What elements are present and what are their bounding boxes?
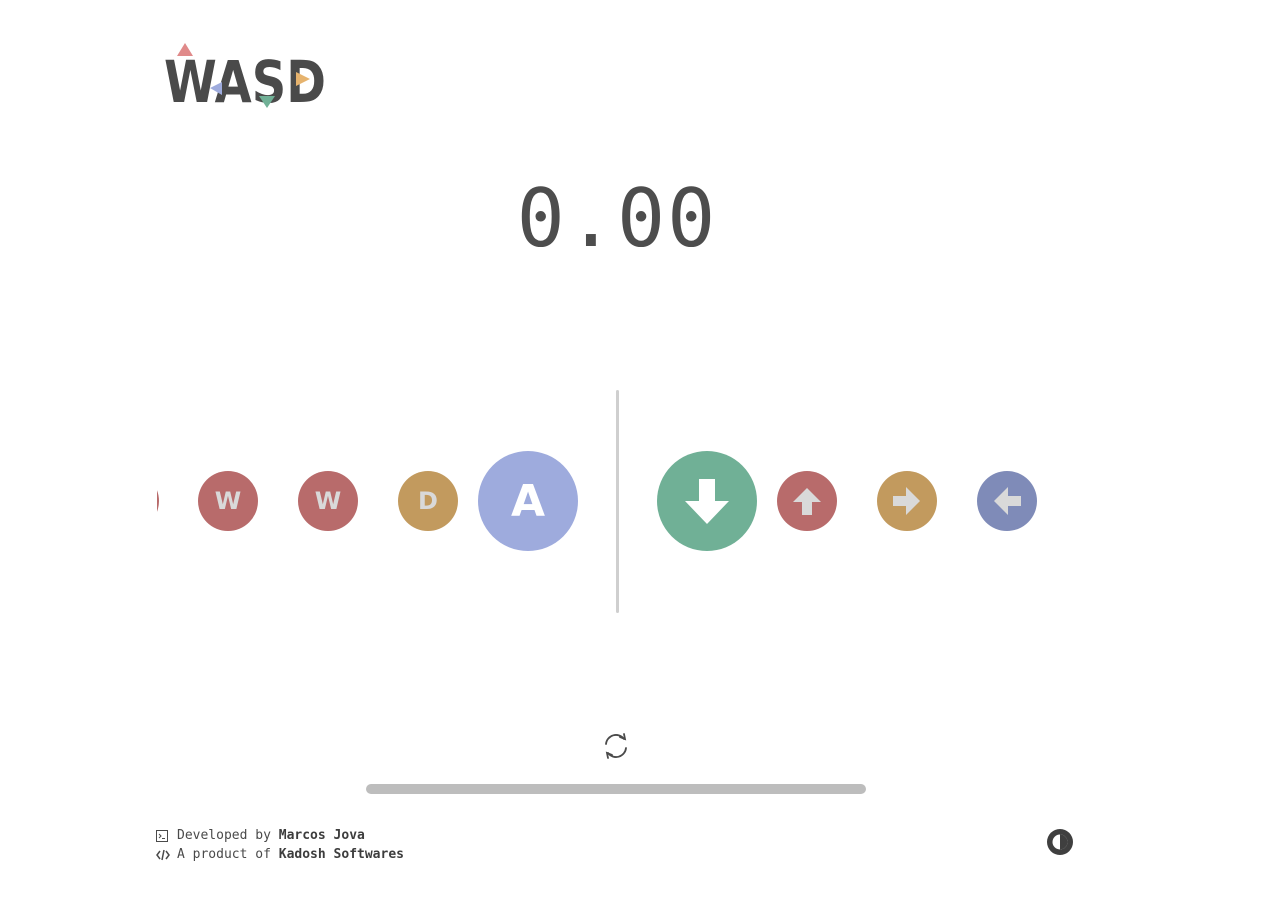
developer-link[interactable]: Marcos Jova xyxy=(279,826,365,845)
key-label: D xyxy=(418,487,438,515)
key-label: A xyxy=(510,475,546,527)
company-link[interactable]: Kadosh Softwares xyxy=(279,845,404,864)
last-pressed-key: A xyxy=(478,451,578,551)
queue-key xyxy=(977,471,1037,531)
history-key: W xyxy=(298,471,358,531)
history-key-partial xyxy=(157,471,159,531)
arrow-down-icon xyxy=(685,479,729,524)
current-target-key xyxy=(657,451,757,551)
key-strip: W W D A xyxy=(157,390,1057,614)
developer-prefix: Developed by xyxy=(177,828,279,843)
developer-credit: Developed by Marcos Jova xyxy=(156,826,404,845)
restart-icon xyxy=(605,733,627,759)
footer-credits: Developed by Marcos Jova A product of Ka… xyxy=(156,826,404,864)
wasd-logo: WASD xyxy=(160,40,330,110)
progress-fill xyxy=(366,784,866,794)
queue-key xyxy=(777,471,837,531)
code-icon xyxy=(156,849,170,861)
restart-button[interactable] xyxy=(601,732,631,760)
queue-key xyxy=(877,471,937,531)
product-prefix: A product of xyxy=(177,847,279,862)
arrow-right-icon xyxy=(893,487,920,515)
timer-display: 0.00 xyxy=(516,172,718,265)
arrow-up-icon xyxy=(793,488,821,515)
arrow-left-icon xyxy=(994,487,1021,515)
history-key: W xyxy=(198,471,258,531)
theme-toggle-button[interactable] xyxy=(1045,827,1075,857)
contrast-icon xyxy=(1047,829,1073,855)
progress-bar xyxy=(366,784,866,794)
product-credit: A product of Kadosh Softwares xyxy=(156,845,404,864)
game-page: WASD 0.00 W W D A Developed by Marcos Jo… xyxy=(0,0,1269,899)
terminal-icon xyxy=(156,829,170,842)
history-key: D xyxy=(398,471,458,531)
key-label: W xyxy=(214,487,242,515)
current-key-divider xyxy=(616,390,619,613)
key-label: W xyxy=(314,487,342,515)
